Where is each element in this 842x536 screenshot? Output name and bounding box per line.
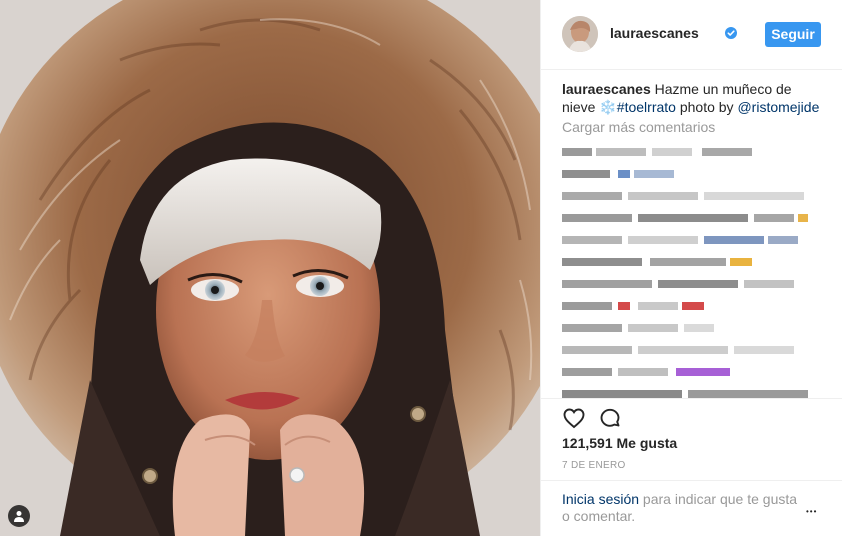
post-photo[interactable] xyxy=(0,0,540,536)
user-tag-button[interactable] xyxy=(8,505,30,527)
login-link[interactable]: Inicia sesión xyxy=(562,491,639,507)
comment-item xyxy=(562,317,824,339)
post-caption: lauraescanes Hazme un muñeco de nieve ❄️… xyxy=(562,80,824,116)
comment-item xyxy=(562,383,824,405)
login-prompt: Inicia sesión para indicar que te gusta … xyxy=(562,491,802,525)
comment-item xyxy=(562,361,824,383)
load-more-comments-link[interactable]: Cargar más comentarios xyxy=(562,119,715,135)
person-icon xyxy=(14,511,24,522)
hashtag-link[interactable]: #toelrrato xyxy=(617,99,676,115)
avatar[interactable] xyxy=(562,16,598,52)
comment-item xyxy=(562,251,824,273)
comment-item xyxy=(562,163,824,185)
comment-item xyxy=(562,295,824,317)
comments-list xyxy=(562,141,824,405)
comment-item xyxy=(562,229,824,251)
comment-item xyxy=(562,207,824,229)
actions-divider xyxy=(541,398,842,400)
avatar-image xyxy=(562,16,598,52)
more-options-icon[interactable]: ••• xyxy=(806,507,822,517)
login-divider xyxy=(541,480,842,481)
header-username[interactable]: lauraescanes xyxy=(610,25,699,41)
post-date[interactable]: 7 DE ENERO xyxy=(562,460,626,471)
post-side-panel: lauraescanes Seguir lauraescanes Hazme u… xyxy=(540,0,842,536)
comment-bubble-icon[interactable] xyxy=(598,406,622,430)
snowflake-emoji: ❄️ xyxy=(599,99,617,115)
caption-username[interactable]: lauraescanes xyxy=(562,81,651,97)
comment-item xyxy=(562,339,824,361)
heart-icon[interactable] xyxy=(562,406,586,430)
post-header: lauraescanes Seguir xyxy=(541,0,842,70)
mention-link[interactable]: @ristomejide xyxy=(737,99,819,115)
follow-button[interactable]: Seguir xyxy=(765,22,821,47)
photo-by-text: photo by xyxy=(675,99,738,115)
comment-item xyxy=(562,185,824,207)
photo-illustration xyxy=(0,0,540,536)
verified-badge-icon xyxy=(725,27,737,39)
comment-item xyxy=(562,273,824,295)
comment-item xyxy=(562,141,824,163)
likes-count[interactable]: 121,591 Me gusta xyxy=(562,435,677,451)
